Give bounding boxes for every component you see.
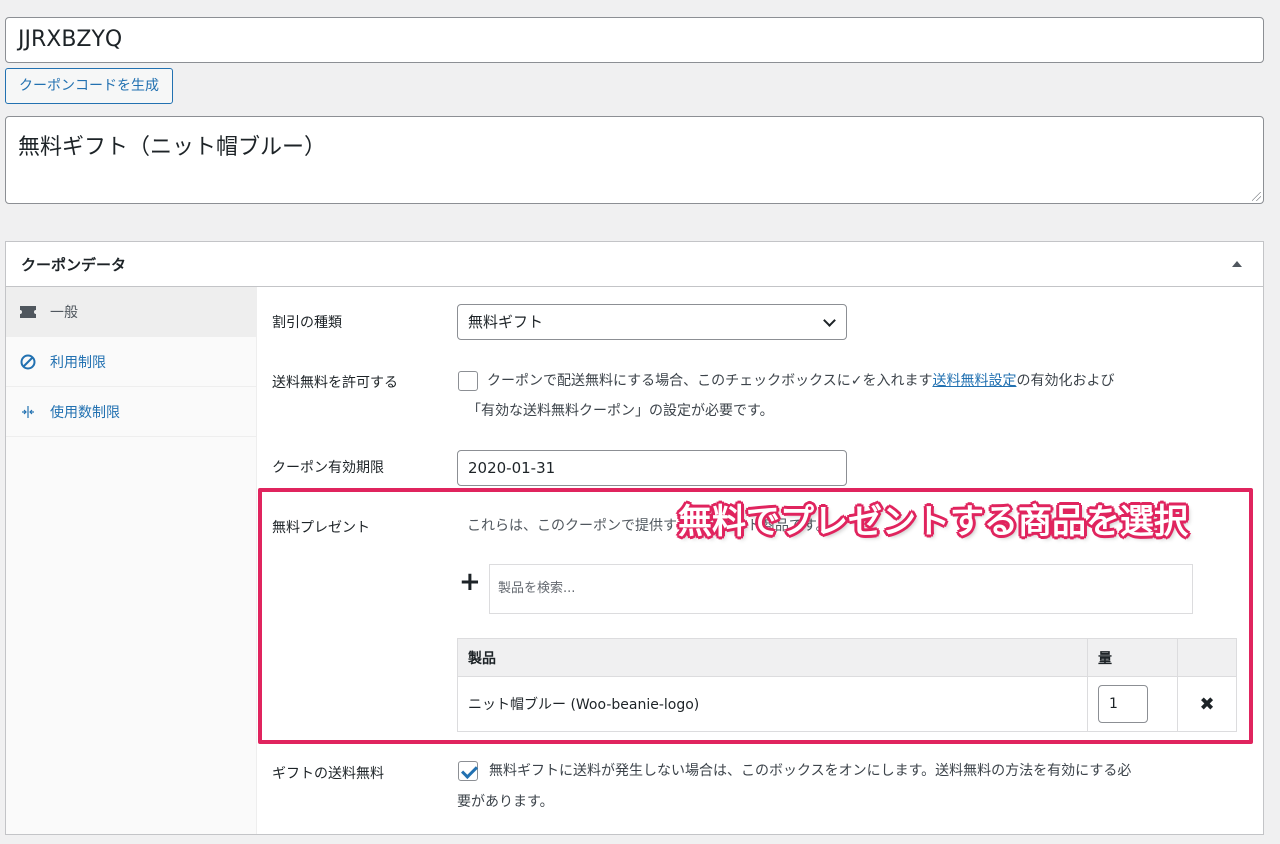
coupon-code-input[interactable]: JJRXBZYQ bbox=[5, 17, 1264, 63]
gift-shipping-description: 無料ギフトに送料が発生しない場合は、このボックスをオンにします。送料無料の方法を… bbox=[489, 763, 1132, 779]
expiry-date-input[interactable]: 2020-01-31 bbox=[457, 450, 847, 486]
resize-handle-icon[interactable] bbox=[1252, 192, 1261, 201]
row-product-name: ニット帽ブルー (Woo-beanie-logo) bbox=[458, 677, 1088, 731]
panel-header[interactable]: クーポンデータ bbox=[6, 242, 1263, 287]
row-qty-cell: 1 bbox=[1088, 677, 1178, 731]
tab-general-label: 一般 bbox=[50, 304, 78, 321]
arrows-icon bbox=[19, 403, 37, 421]
tab-usage-restriction-label: 利用制限 bbox=[50, 354, 106, 371]
coupon-description-text: 無料ギフト（ニット帽ブルー） bbox=[18, 135, 327, 160]
free-shipping-settings-link[interactable]: 送料無料設定 bbox=[932, 373, 1016, 389]
tab-usage-limits[interactable]: 使用数制限 bbox=[6, 387, 256, 437]
ban-icon bbox=[19, 353, 37, 371]
free-shipping-description: クーポンで配送無料にする場合、このチェックボックスに✓を入れます送料無料設定の有… bbox=[487, 366, 1114, 396]
row-remove-cell: ✖ bbox=[1178, 677, 1236, 731]
quantity-input[interactable]: 1 bbox=[1098, 685, 1148, 723]
ticket-icon bbox=[19, 303, 37, 321]
gift-shipping-description-2: 要があります。 bbox=[457, 794, 554, 810]
coupon-data-tabs: 一般 利用制限 使用数制限 bbox=[6, 287, 257, 834]
column-qty: 量 bbox=[1088, 639, 1178, 676]
tab-general[interactable]: 一般 bbox=[6, 287, 256, 337]
free-shipping-label: 送料無料を許可する bbox=[272, 375, 398, 391]
free-shipping-text-2: の有効化および bbox=[1016, 373, 1115, 389]
annotation-callout: 無料でプレゼントする商品を選択 bbox=[678, 502, 1188, 542]
coupon-description-textarea[interactable]: 無料ギフト（ニット帽ブルー） bbox=[5, 116, 1264, 204]
discount-type-value: 無料ギフト bbox=[468, 313, 544, 331]
gift-shipping-checkbox[interactable] bbox=[458, 761, 478, 781]
discount-type-select[interactable]: 無料ギフト bbox=[457, 304, 847, 340]
free-shipping-text-1: クーポンで配送無料にする場合、このチェックボックスに✓を入れます bbox=[487, 373, 933, 389]
free-gift-label: 無料プレゼント bbox=[272, 520, 370, 536]
coupon-general-form: 割引の種類 無料ギフト 送料無料を許可する クーポンで配送無料にする場合、このチ… bbox=[257, 287, 1263, 834]
remove-item-icon[interactable]: ✖ bbox=[1199, 694, 1214, 715]
generate-coupon-button[interactable]: クーポンコードを生成 bbox=[5, 68, 173, 104]
chevron-down-icon bbox=[823, 314, 836, 327]
collapse-arrow-icon[interactable] bbox=[1232, 261, 1242, 267]
tab-usage-limits-label: 使用数制限 bbox=[50, 404, 120, 421]
free-shipping-checkbox[interactable] bbox=[458, 371, 478, 391]
table-row: ニット帽ブルー (Woo-beanie-logo) 1 ✖ bbox=[458, 677, 1236, 731]
column-remove bbox=[1178, 639, 1236, 676]
expiry-date-label: クーポン有効期限 bbox=[272, 460, 384, 476]
tab-usage-restriction[interactable]: 利用制限 bbox=[6, 337, 256, 387]
product-search-input[interactable]: 製品を検索... bbox=[489, 564, 1193, 614]
gift-shipping-label: ギフトの送料無料 bbox=[272, 766, 384, 782]
column-product: 製品 bbox=[458, 639, 1088, 676]
gift-products-table: 製品 量 ニット帽ブルー (Woo-beanie-logo) 1 ✖ bbox=[457, 638, 1237, 732]
plus-icon[interactable]: + bbox=[459, 569, 481, 595]
discount-type-label: 割引の種類 bbox=[272, 315, 342, 331]
panel-title: クーポンデータ bbox=[21, 255, 127, 274]
table-header: 製品 量 bbox=[458, 639, 1236, 677]
free-shipping-description-2: 「有効な送料無料クーポン」の設定が必要です。 bbox=[467, 403, 774, 419]
